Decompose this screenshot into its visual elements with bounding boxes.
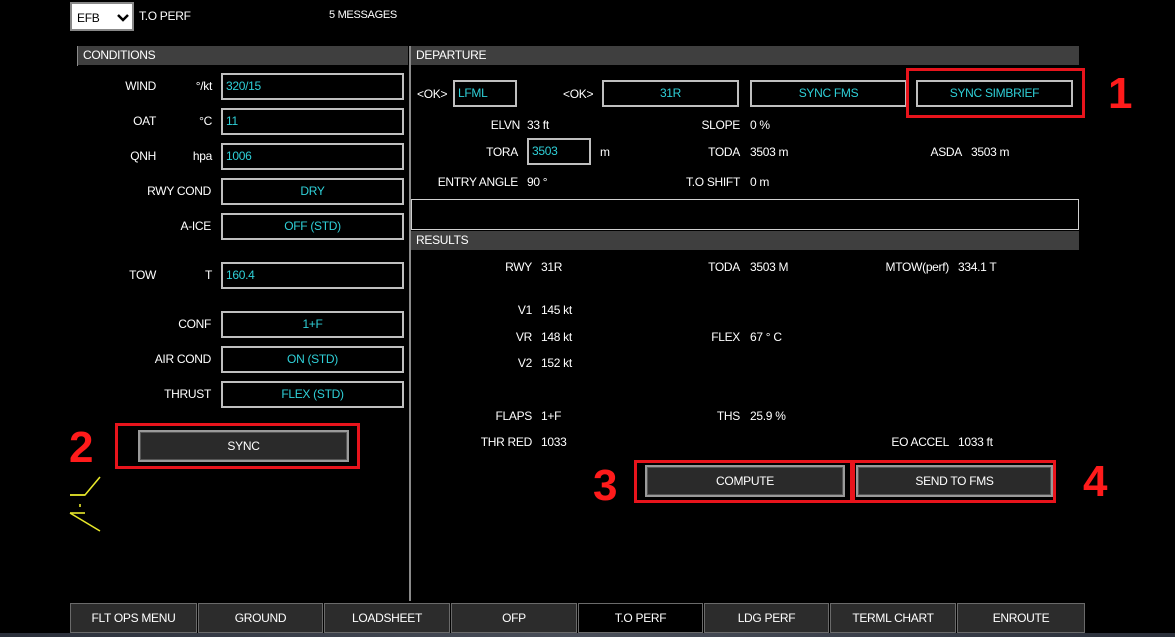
conf-label: CONF (178, 317, 211, 331)
v1-label: V1 (517, 303, 532, 317)
ok-label-runway: <OK> (563, 87, 594, 101)
oat-field[interactable]: 11 (221, 108, 404, 135)
callout-number-3: 3 (593, 461, 618, 510)
air-cond-select[interactable]: ON (STD) (221, 346, 404, 373)
slope-label: SLOPE (701, 118, 740, 132)
qnh-label: QNH (130, 149, 156, 163)
tora-label: TORA (486, 145, 518, 159)
tora-field[interactable]: 3503 (527, 138, 591, 165)
callout-box-2 (115, 423, 360, 469)
sync-fms-button[interactable]: SYNC FMS (750, 80, 907, 107)
elvn-value: 33 ft (527, 118, 549, 132)
tab-terml-chart[interactable]: TERML CHART (830, 603, 956, 633)
callout-box-3 (634, 460, 853, 503)
result-rwy-value: 31R (541, 260, 563, 274)
bottom-desktop-strip (0, 633, 1175, 637)
departure-header: DEPARTURE (411, 46, 1079, 65)
tab-ground[interactable]: GROUND (198, 603, 323, 633)
scroll-up-chevron-icon[interactable] (68, 475, 102, 499)
airport-field[interactable]: LFML (453, 80, 517, 107)
callout-number-2: 2 (69, 423, 94, 472)
callout-box-4 (852, 460, 1056, 503)
messages-indicator[interactable]: 5 MESSAGES (329, 9, 397, 21)
efb-selector[interactable]: EFB (70, 2, 134, 31)
to-shift-value: 0 m (750, 175, 770, 189)
a-ice-label: A-ICE (180, 219, 211, 233)
thr-red-label: THR RED (480, 435, 533, 449)
scroll-down-chevron-icon[interactable] (68, 503, 102, 533)
vr-value: 148 kt (541, 330, 572, 344)
tab-ofp[interactable]: OFP (451, 603, 577, 633)
flaps-value: 1+F (541, 409, 562, 423)
rwy-cond-select[interactable]: DRY (221, 178, 404, 205)
runway-field[interactable]: 31R (602, 80, 739, 107)
slope-value: 0 % (750, 118, 770, 132)
wind-label: WIND (125, 79, 156, 93)
tab-enroute[interactable]: ENROUTE (957, 603, 1085, 633)
wind-unit: °/kt (195, 79, 213, 93)
conditions-header: CONDITIONS (78, 46, 408, 65)
tab-to-perf[interactable]: T.O PERF (578, 603, 703, 633)
vr-label: VR (515, 330, 532, 344)
callout-box-1 (906, 68, 1085, 118)
thrust-label: THRUST (164, 387, 211, 401)
tab-loadsheet[interactable]: LOADSHEET (324, 603, 450, 633)
callout-number-4: 4 (1083, 457, 1108, 506)
entry-angle-value: 90 ° (527, 175, 548, 189)
v2-value: 152 kt (541, 356, 572, 370)
tab-flt-ops-menu[interactable]: FLT OPS MENU (70, 603, 197, 633)
flex-value: 67 ° C (750, 330, 782, 344)
ths-value: 25.9 % (750, 409, 786, 423)
toda-label: TODA (708, 145, 740, 159)
conf-select[interactable]: 1+F (221, 311, 404, 338)
air-cond-label: AIR COND (154, 352, 212, 366)
thrust-select[interactable]: FLEX (STD) (221, 381, 404, 408)
message-box (411, 199, 1079, 230)
mtow-value: 334.1 T (958, 260, 997, 274)
toda-value: 3503 m (750, 145, 789, 159)
rwy-cond-label: RWY COND (147, 184, 211, 198)
wind-field[interactable]: 320/15 (221, 73, 404, 100)
callout-number-1: 1 (1108, 69, 1133, 118)
chevron-down-icon (117, 14, 129, 22)
result-toda-value: 3503 M (750, 260, 789, 274)
qnh-field[interactable]: 1006 (221, 143, 404, 170)
results-header: RESULTS (411, 231, 1079, 250)
tora-unit: m (600, 145, 610, 159)
flaps-label: FLAPS (495, 409, 532, 423)
eo-accel-value: 1033 ft (958, 435, 993, 449)
to-shift-label: T.O SHIFT (686, 175, 740, 189)
tow-field[interactable]: 160.4 (221, 262, 404, 289)
flex-label: FLEX (711, 330, 740, 344)
result-rwy-label: RWY (505, 260, 532, 274)
panel-divider (409, 46, 411, 601)
oat-unit: °C (199, 114, 212, 128)
page-title: T.O PERF (139, 9, 191, 23)
efb-selector-value: EFB (77, 11, 100, 25)
a-ice-select[interactable]: OFF (STD) (221, 213, 404, 240)
asda-value: 3503 m (971, 145, 1010, 159)
tow-unit: T (204, 268, 212, 282)
thr-red-value: 1033 (541, 435, 567, 449)
v1-value: 145 kt (541, 303, 572, 317)
eo-accel-label: EO ACCEL (891, 435, 949, 449)
ok-label-airport: <OK> (417, 87, 448, 101)
result-toda-label: TODA (708, 260, 740, 274)
ths-label: THS (716, 409, 740, 423)
v2-label: V2 (517, 356, 532, 370)
oat-label: OAT (133, 114, 156, 128)
tow-label: TOW (129, 268, 156, 282)
elvn-label: ELVN (490, 118, 521, 132)
entry-angle-label: ENTRY ANGLE (437, 175, 519, 189)
qnh-unit: hpa (192, 149, 212, 163)
mtow-label: MTOW(perf) (885, 260, 950, 274)
tab-ldg-perf[interactable]: LDG PERF (704, 603, 829, 633)
asda-label: ASDA (930, 145, 963, 159)
